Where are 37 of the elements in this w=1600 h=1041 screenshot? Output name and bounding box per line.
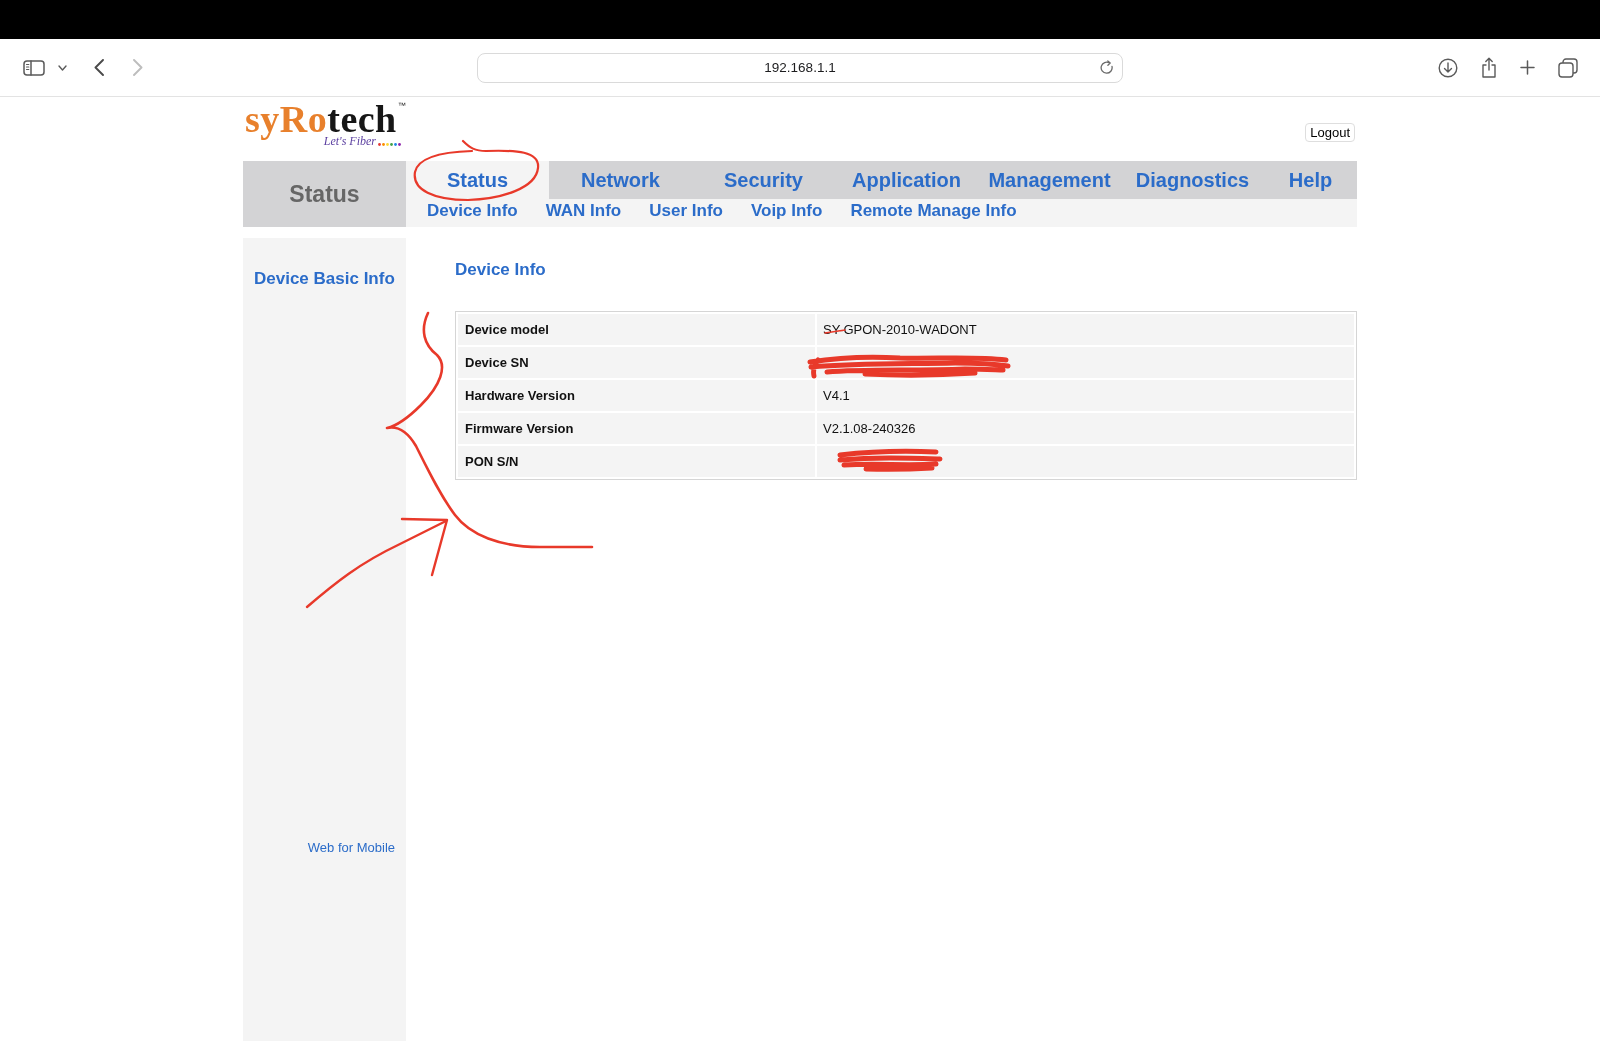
nav-tab[interactable]: Diagnostics bbox=[1121, 161, 1264, 199]
nav-tab[interactable]: Security bbox=[692, 161, 835, 199]
subnav-link[interactable]: Device Info bbox=[427, 201, 518, 221]
panel-title: Device Info bbox=[455, 260, 546, 280]
label-cell: PON S/N bbox=[458, 446, 815, 477]
plus-icon[interactable] bbox=[1520, 60, 1535, 75]
label-cell: Device SN bbox=[458, 347, 815, 378]
share-icon[interactable] bbox=[1481, 57, 1497, 78]
section-title: Status bbox=[243, 161, 406, 227]
download-icon[interactable] bbox=[1438, 57, 1458, 78]
nav-tab[interactable]: Status bbox=[406, 161, 549, 199]
reload-icon[interactable] bbox=[1100, 60, 1114, 75]
logout-button[interactable]: Logout bbox=[1305, 123, 1355, 142]
value-cell: V4.1 bbox=[817, 380, 1354, 411]
address-field[interactable]: 192.168.1.1 bbox=[477, 52, 1123, 83]
subnav-link[interactable]: Remote Manage Info bbox=[850, 201, 1017, 221]
value-cell: SY-GPON-2010-WADONT bbox=[817, 314, 1354, 345]
back-icon[interactable] bbox=[94, 59, 104, 76]
label-cell: Firmware Version bbox=[458, 413, 815, 444]
nav-tab[interactable]: Help bbox=[1264, 161, 1357, 199]
sidebar-icon[interactable] bbox=[23, 59, 45, 76]
sidebar-link[interactable]: Device Basic Info bbox=[254, 269, 395, 289]
value-cell: V2.1.08-240326 bbox=[817, 413, 1354, 444]
hand-drawn-strike bbox=[824, 329, 846, 334]
dotted-trail-icon bbox=[378, 143, 402, 146]
nav-tab[interactable]: Network bbox=[549, 161, 692, 199]
mobile-link[interactable]: Web for Mobile bbox=[307, 840, 395, 856]
nav-tab[interactable]: Application bbox=[835, 161, 978, 199]
label-cell: Hardware Version bbox=[458, 380, 815, 411]
subnav-link[interactable]: Voip Info bbox=[750, 201, 823, 221]
tabs-icon[interactable] bbox=[1558, 57, 1578, 78]
nav-tab[interactable]: Management bbox=[978, 161, 1121, 199]
label-cell: Device model bbox=[458, 314, 815, 345]
chevron-down-icon[interactable] bbox=[58, 64, 67, 71]
trademark-sign: ™ bbox=[397, 101, 406, 110]
subnav-link[interactable]: WAN Info bbox=[545, 201, 622, 221]
subnav-link[interactable]: User Info bbox=[649, 201, 723, 221]
